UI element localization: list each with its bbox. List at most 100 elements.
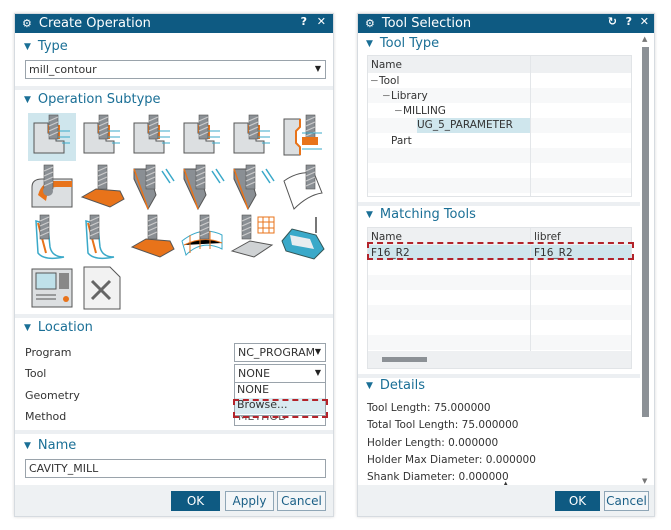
- subtype-section-header[interactable]: ▼ Operation Subtype: [24, 92, 161, 107]
- section-title: Type: [37, 39, 68, 54]
- tree-label: Library: [391, 89, 428, 102]
- tree-row[interactable]: UG_5_PARAMETER: [368, 118, 631, 133]
- chevron-down-icon: ▼: [314, 347, 321, 356]
- contour-text-icon[interactable]: [128, 213, 176, 261]
- detail-line: Total Tool Length: 75.000000: [367, 419, 519, 432]
- reset-button[interactable]: ↻: [608, 15, 617, 28]
- program-value: NC_PROGRAM: [238, 346, 314, 359]
- contour-area-icon[interactable]: [128, 163, 176, 211]
- title-bar[interactable]: ⚙ Tool Selection ↻ ? ✕: [358, 14, 654, 33]
- profile-3d-icon[interactable]: [278, 213, 326, 261]
- close-button[interactable]: ✕: [317, 15, 326, 28]
- create-operation-dialog: ⚙ Create Operation ? ✕ ▼ Type mill_contou…: [14, 13, 334, 517]
- tree-row[interactable]: Part: [368, 133, 631, 148]
- section-title: Location: [37, 320, 93, 335]
- contour-area-non-steep-icon[interactable]: [278, 163, 326, 211]
- collapse-icon: ▼: [366, 209, 373, 220]
- collapse-icon: ▼: [24, 94, 31, 105]
- tree-label: MILLING: [403, 104, 446, 117]
- empty-row: [368, 163, 631, 178]
- cavity-mill-icon[interactable]: [28, 113, 76, 161]
- detail-line: Shank Diameter: 0.000000: [367, 471, 509, 484]
- empty-row: [368, 305, 631, 320]
- zlevel-profile-icon[interactable]: [278, 113, 326, 161]
- contour-area-dir-steep-icon[interactable]: [28, 213, 76, 261]
- name-value: CAVITY_MILL: [29, 462, 99, 475]
- help-button[interactable]: ?: [301, 15, 307, 28]
- divider: [358, 202, 640, 206]
- dialog-footer: OK Apply Cancel: [15, 485, 333, 516]
- collapse-icon: ▼: [366, 380, 373, 391]
- tool-select[interactable]: NONE ▼: [234, 364, 326, 383]
- tool-option-none[interactable]: NONE: [235, 383, 325, 398]
- collapse-icon: ▼: [24, 322, 31, 333]
- vertical-scrollbar[interactable]: ▲ ▼: [640, 35, 652, 485]
- tree-label: UG_5_PARAMETER: [417, 118, 530, 133]
- gear-icon[interactable]: ⚙: [365, 17, 375, 30]
- column-header-name[interactable]: Name: [371, 59, 402, 71]
- tree-expander-icon[interactable]: −: [370, 75, 379, 87]
- mill-user-icon[interactable]: [78, 263, 126, 311]
- contour-surface-area-icon[interactable]: [178, 163, 226, 211]
- dialog-footer: OK Cancel: [358, 485, 654, 516]
- name-input[interactable]: CAVITY_MILL: [25, 459, 326, 478]
- section-title: Name: [37, 438, 77, 453]
- tree-row[interactable]: − MILLING: [368, 103, 631, 118]
- location-section-header[interactable]: ▼ Location: [24, 320, 93, 335]
- method-label: Method: [25, 410, 67, 423]
- ok-button[interactable]: OK: [171, 491, 220, 511]
- gear-icon[interactable]: ⚙: [22, 17, 32, 30]
- solid-profile-3d-icon[interactable]: [178, 213, 226, 261]
- section-title: Operation Subtype: [37, 92, 161, 107]
- cancel-button[interactable]: Cancel: [277, 491, 326, 511]
- tree-expander-icon[interactable]: −: [394, 105, 403, 117]
- title-bar[interactable]: ⚙ Create Operation ? ✕: [15, 14, 333, 33]
- tree-label: Part: [391, 134, 412, 147]
- tool-type-tree: Name − Tool − Library − MILLING UG_5_PARAMETER…: [367, 55, 632, 197]
- tree-row[interactable]: − Tool: [368, 73, 631, 88]
- program-select[interactable]: NC_PROGRAM ▼: [234, 343, 326, 362]
- plunge-milling-icon[interactable]: [128, 113, 176, 161]
- zlevel-corner-icon[interactable]: [28, 163, 76, 211]
- type-section-header[interactable]: ▼ Type: [24, 39, 68, 54]
- streamline-icon[interactable]: [228, 163, 276, 211]
- column-divider: [530, 56, 531, 196]
- corner-rough-icon[interactable]: [178, 113, 226, 161]
- detail-line: Holder Max Diameter: 0.000000: [367, 453, 536, 466]
- name-section-header[interactable]: ▼ Name: [24, 438, 76, 453]
- callout-highlight: [367, 242, 634, 260]
- tree-row[interactable]: − Library: [368, 88, 631, 103]
- section-title: Details: [379, 378, 425, 393]
- ok-button[interactable]: OK: [555, 491, 600, 511]
- scroll-up-icon[interactable]: ▲: [642, 35, 647, 43]
- horizontal-scrollbar[interactable]: [368, 351, 631, 368]
- flowcut-single-icon[interactable]: [78, 213, 126, 261]
- section-title: Tool Type: [379, 36, 440, 51]
- scroll-down-icon[interactable]: ▼: [642, 477, 647, 485]
- tool-type-section-header[interactable]: ▼ Tool Type: [366, 36, 439, 51]
- scrollbar-thumb[interactable]: [642, 47, 649, 417]
- chevron-down-icon: ▼: [314, 368, 321, 377]
- geometry-label: Geometry: [25, 389, 80, 402]
- rest-milling-icon[interactable]: [228, 113, 276, 161]
- divider: [15, 430, 333, 434]
- type-select[interactable]: mill_contour ▼: [25, 60, 326, 79]
- cancel-button[interactable]: Cancel: [604, 491, 649, 511]
- scrollbar-thumb[interactable]: [382, 357, 427, 362]
- collapse-icon: ▼: [366, 38, 373, 49]
- matching-tools-section-header[interactable]: ▼ Matching Tools: [366, 207, 476, 222]
- planar-text-icon[interactable]: [228, 213, 276, 261]
- close-button[interactable]: ✕: [640, 15, 649, 28]
- apply-button[interactable]: Apply: [225, 491, 274, 511]
- divider: [15, 86, 333, 90]
- tree-expander-icon[interactable]: −: [382, 90, 391, 102]
- collapse-icon: ▼: [24, 41, 31, 52]
- tree-label: Tool: [379, 74, 400, 87]
- help-button[interactable]: ?: [626, 15, 632, 28]
- mill-control-icon[interactable]: [28, 263, 76, 311]
- details-section-header[interactable]: ▼ Details: [366, 378, 425, 393]
- adaptive-milling-icon[interactable]: [78, 113, 126, 161]
- callout-highlight: [233, 399, 328, 418]
- fixed-contour-icon[interactable]: [78, 163, 126, 211]
- chevron-down-icon: ▼: [314, 64, 321, 73]
